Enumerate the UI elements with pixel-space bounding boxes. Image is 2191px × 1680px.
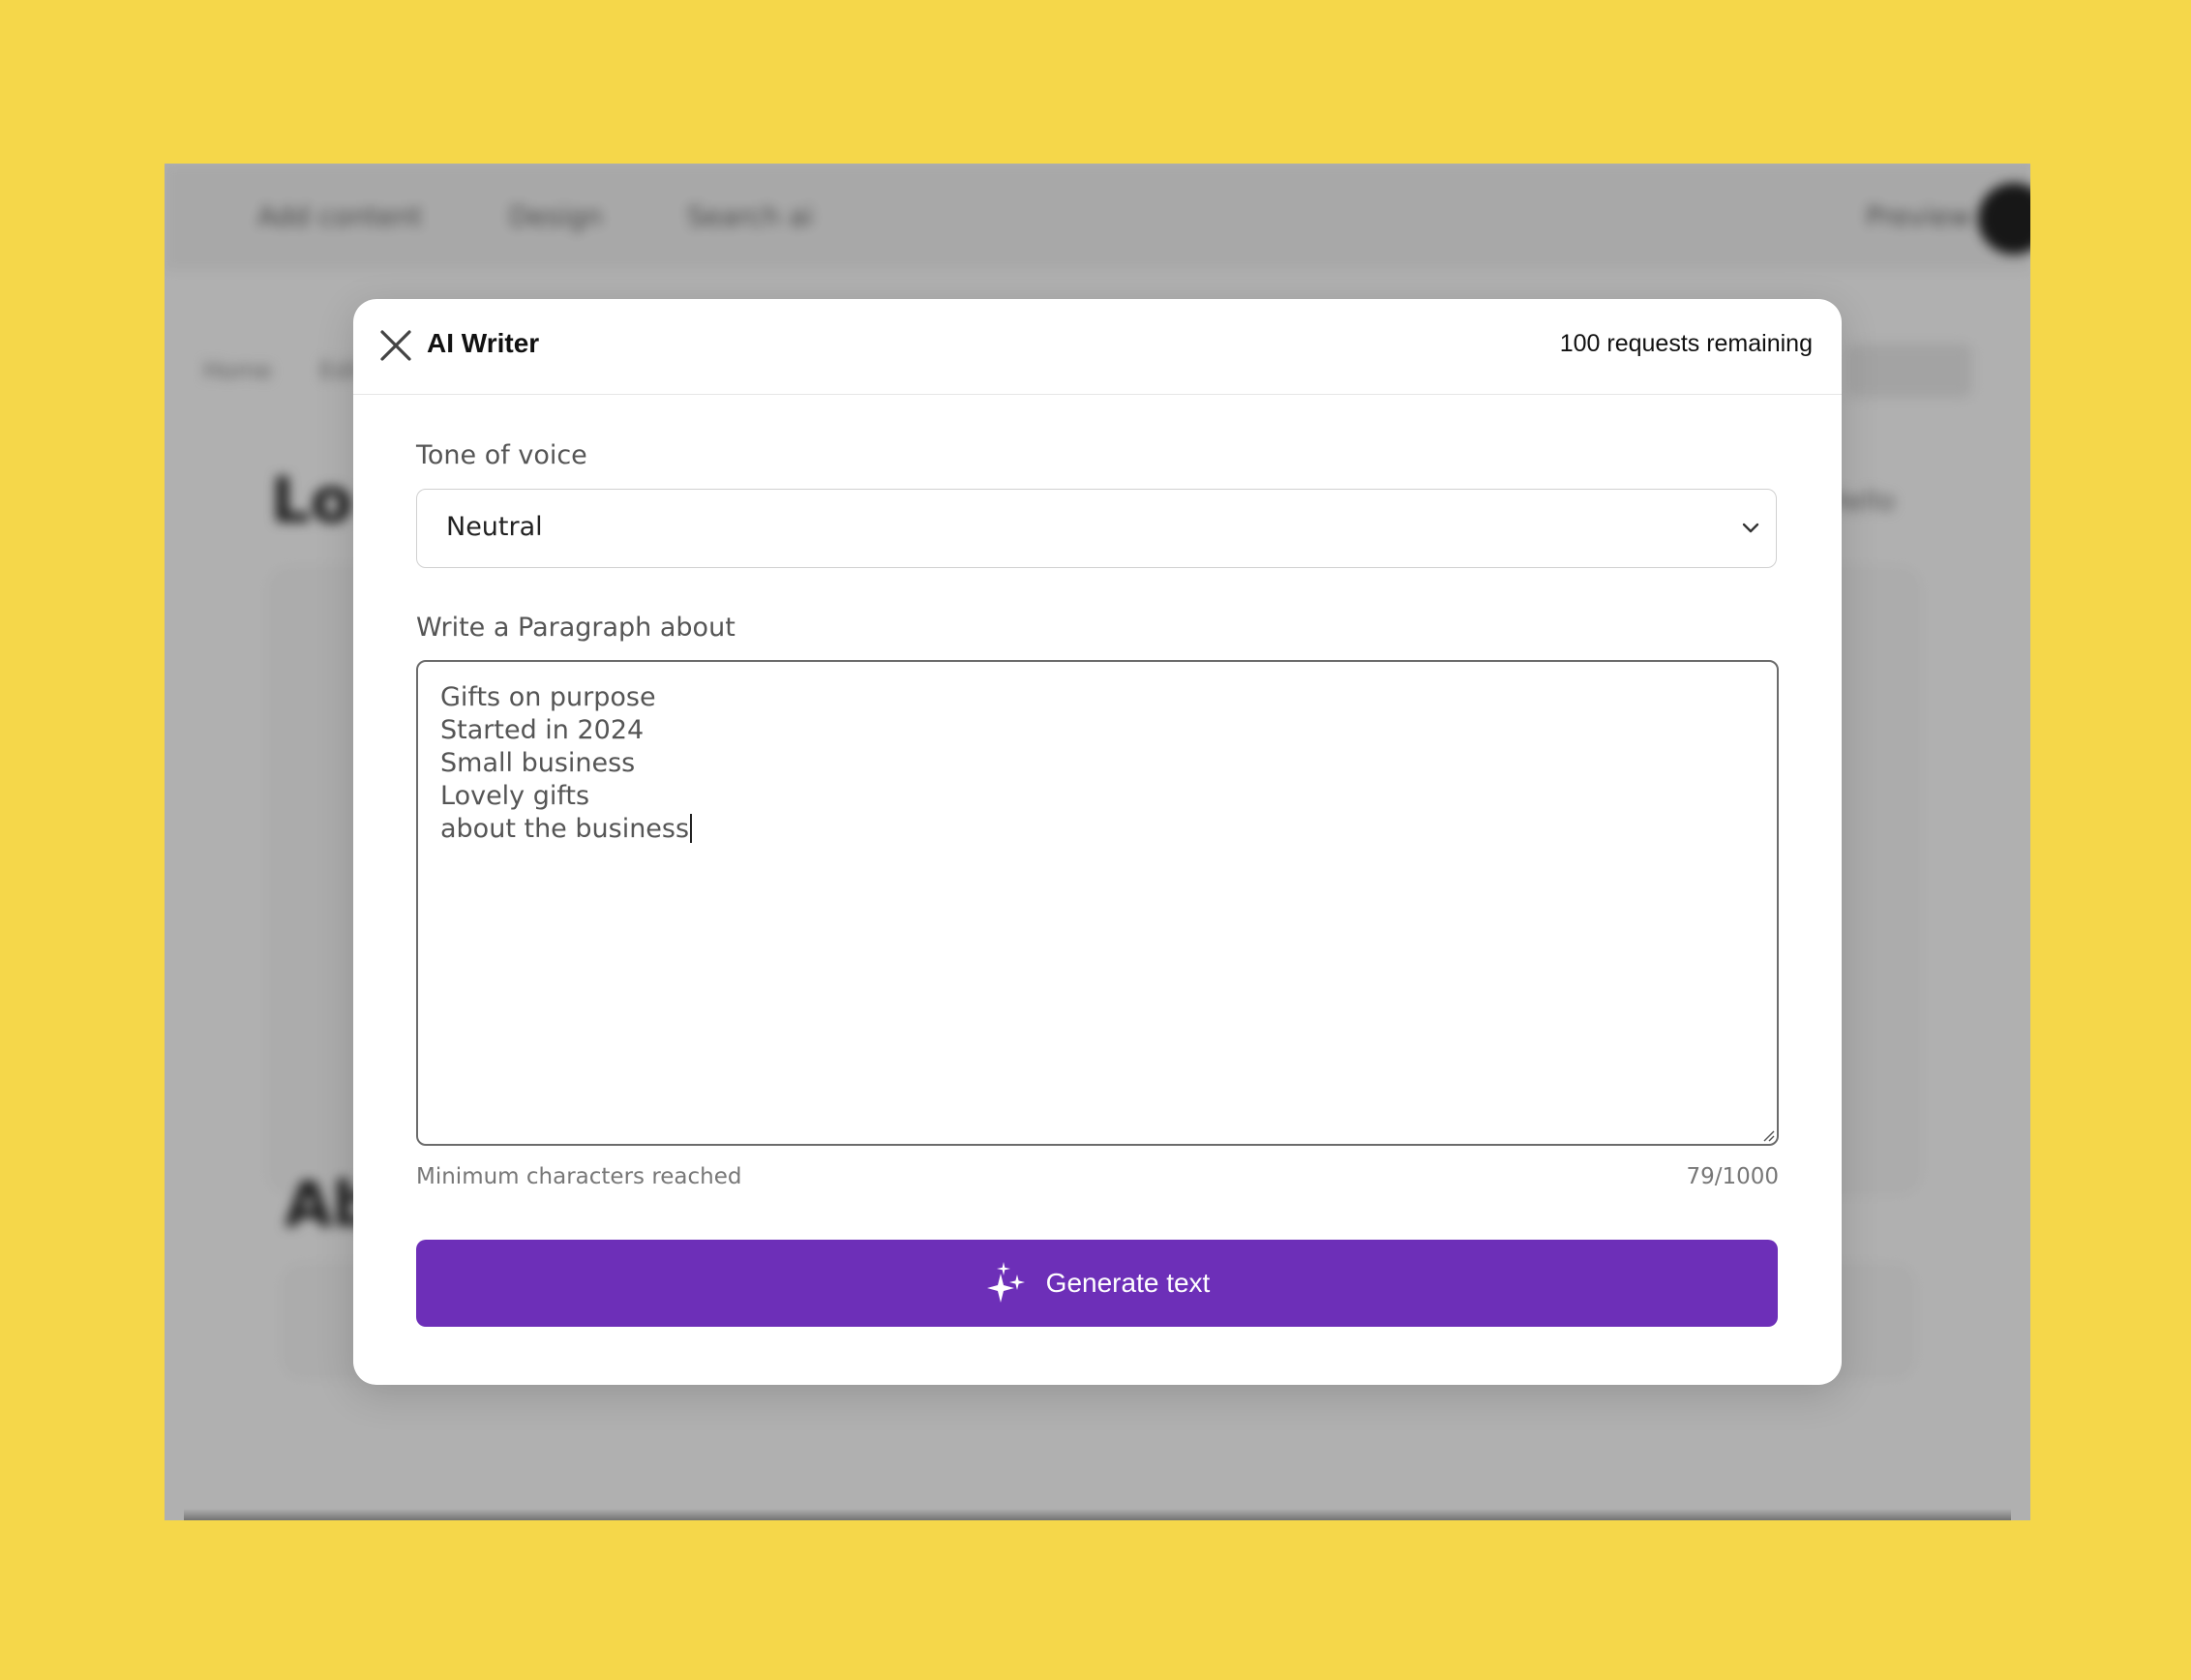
paragraph-topic-label: Write a Paragraph about (416, 613, 735, 643)
textarea-line: Gifts on purpose (440, 682, 656, 712)
generate-button-label: Generate text (1045, 1268, 1211, 1298)
requests-remaining: 100 requests remaining (1559, 330, 1813, 357)
min-characters-helper: Minimum characters reached (416, 1164, 742, 1189)
tone-of-voice-select[interactable]: Neutral (416, 489, 1777, 568)
modal-title: AI Writer (427, 328, 540, 358)
textarea-line: Started in 2024 (440, 715, 645, 745)
close-button[interactable] (378, 328, 413, 363)
sparkle-icon (986, 1262, 1025, 1303)
textarea-content: Gifts on purpose Started in 2024 Small b… (440, 681, 693, 846)
textarea-line: Lovely gifts (440, 781, 590, 811)
paragraph-topic-textarea[interactable]: Gifts on purpose Started in 2024 Small b… (416, 660, 1779, 1146)
textarea-line: Small business (440, 748, 636, 778)
tone-of-voice-label: Tone of voice (416, 440, 587, 470)
character-count: 79/1000 (1686, 1164, 1779, 1189)
close-icon (380, 330, 411, 361)
background-bottom-shadow (184, 1509, 2011, 1520)
resize-handle-icon[interactable] (1761, 1128, 1775, 1142)
textarea-line: about the business (440, 814, 690, 844)
textarea-line-last: about the business (440, 813, 693, 846)
text-caret (690, 814, 693, 843)
generate-text-button[interactable]: Generate text (416, 1240, 1778, 1327)
chevron-down-icon (1742, 523, 1759, 533)
ai-writer-modal: AI Writer 100 requests remaining Tone of… (353, 299, 1842, 1385)
tone-selected-value: Neutral (446, 512, 543, 542)
modal-header: AI Writer 100 requests remaining (353, 299, 1842, 395)
generate-button-content: Generate text (416, 1240, 1778, 1327)
